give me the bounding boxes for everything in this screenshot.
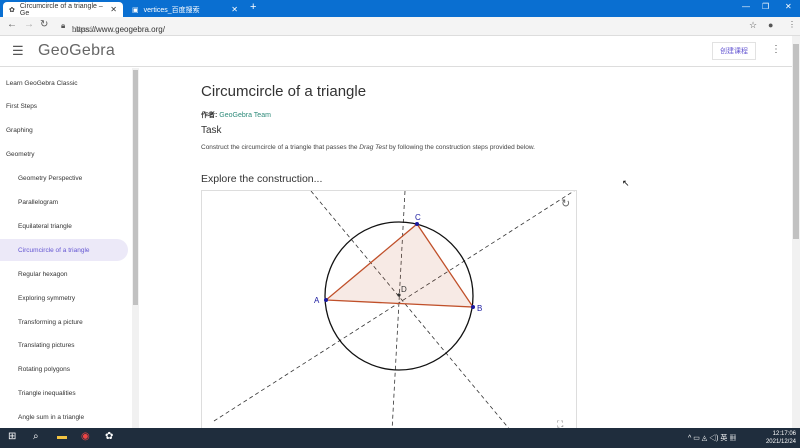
baidu-tab-icon: ▣ bbox=[132, 6, 139, 14]
perpendicular-bisector-ab bbox=[391, 191, 406, 429]
sidebar-item[interactable]: Rotating polygons bbox=[0, 359, 128, 381]
sidebar-item[interactable]: Circumcircle of a triangle bbox=[0, 239, 128, 262]
close-tab-icon[interactable]: ✕ bbox=[231, 5, 238, 14]
sidebar-item[interactable]: Parallelogram bbox=[0, 192, 128, 214]
sidebar-item[interactable]: Geometry Perspective bbox=[0, 168, 128, 190]
geogebra-applet[interactable]: A B C D ↻ ⛶ bbox=[201, 190, 577, 430]
perpendicular-bisector-bc bbox=[213, 191, 575, 422]
geogebra-logo[interactable]: GeoGebra bbox=[38, 42, 115, 60]
sidebar-item[interactable]: Learn GeoGebra Classic bbox=[0, 72, 128, 94]
back-icon[interactable]: ← bbox=[7, 19, 17, 30]
system-tray-icons[interactable]: ^ ▭ ◬ ◁) 英 ▦ bbox=[688, 433, 736, 443]
site-header: ☰ GeoGebra 创建课程 ⋮ bbox=[0, 36, 792, 67]
new-tab-button[interactable]: + bbox=[250, 1, 256, 13]
sidebar-item-label: First Steps bbox=[6, 103, 38, 111]
sidebar-item-label: Angle sum in a triangle bbox=[18, 414, 85, 422]
forward-icon[interactable]: → bbox=[24, 19, 34, 30]
lock-icon: 🔒︎ bbox=[61, 21, 66, 30]
sidebar-item[interactable]: Equilateral triangle bbox=[0, 215, 128, 237]
mouse-cursor-icon: ↖ bbox=[622, 178, 630, 188]
point-c bbox=[415, 222, 419, 226]
maximize-button[interactable]: ❐ bbox=[762, 2, 769, 11]
sidebar-item-label: Geometry Perspective bbox=[18, 175, 83, 183]
browser-menu-icon[interactable]: ⋮ bbox=[788, 20, 796, 29]
profile-icon[interactable]: ● bbox=[768, 20, 773, 30]
sidebar: Learn GeoGebra Classic First Steps Graphin… bbox=[0, 68, 132, 428]
sidebar-item-label: Regular hexagon bbox=[18, 270, 68, 278]
sidebar-item-label: Exploring symmetry bbox=[18, 294, 76, 302]
reset-icon: ↻ bbox=[561, 198, 570, 210]
label-a: A bbox=[314, 296, 320, 305]
tab-bar: ✿ Circumcircle of a triangle – Ge ✕ ▣ verti… bbox=[0, 0, 800, 17]
sidebar-item[interactable]: Triangle inequalities bbox=[0, 383, 128, 405]
label-c: C bbox=[415, 213, 421, 222]
sidebar-item-label: Parallelogram bbox=[18, 199, 59, 206]
sidebar-item[interactable]: Translating pictures bbox=[0, 335, 128, 357]
geogebra-app-icon[interactable]: ✿ bbox=[105, 431, 113, 442]
sidebar-item[interactable]: Angle sum in a triangle bbox=[0, 407, 128, 429]
author-line: 作者: GeoGebra Team bbox=[201, 112, 271, 119]
file-explorer-icon[interactable]: ▬ bbox=[57, 431, 67, 442]
sidebar-item[interactable]: Exploring symmetry bbox=[0, 287, 128, 309]
label-d: D bbox=[401, 285, 407, 294]
reload-icon[interactable]: ↻ bbox=[40, 19, 48, 30]
close-window-button[interactable]: ✕ bbox=[785, 2, 792, 11]
sidebar-item[interactable]: Graphing bbox=[0, 120, 128, 142]
sidebar-item[interactable]: Regular hexagon bbox=[0, 263, 128, 285]
point-a bbox=[324, 298, 328, 302]
tab-vertices[interactable]: ▣ vertices_百度搜索 ✕ bbox=[126, 2, 244, 17]
sidebar-item[interactable]: Geometry bbox=[0, 144, 128, 166]
sidebar-item-label: Graphing bbox=[6, 127, 33, 135]
more-options-icon[interactable]: ⋮ bbox=[771, 44, 781, 55]
sidebar-item-label: Translating pictures bbox=[18, 342, 75, 350]
point-b bbox=[471, 305, 475, 309]
author-link[interactable]: GeoGebra Team bbox=[219, 112, 271, 119]
page-title: Circumcircle of a triangle bbox=[201, 83, 367, 100]
search-icon[interactable]: ⌕ bbox=[33, 431, 39, 442]
label-b: B bbox=[477, 304, 482, 313]
sidebar-item-label: Rotating polygons bbox=[18, 366, 71, 374]
task-description: Construct the circumcircle of a triangle… bbox=[201, 144, 535, 151]
sidebar-item[interactable]: First Steps bbox=[0, 96, 128, 118]
sidebar-item-label: Transforming a picture bbox=[18, 318, 83, 326]
taskbar: ⊞ ⌕ ▬ ◉ ✿ ^ ▭ ◬ ◁) 英 ▦ 12:17:06 2021/12/2… bbox=[0, 428, 800, 448]
clock[interactable]: 12:17:06 2021/12/24 bbox=[766, 430, 796, 446]
hamburger-menu-icon[interactable]: ☰ bbox=[12, 43, 24, 59]
address-bar: ← → ↻ 🔒︎ https://www.geogebra.org/classi… bbox=[0, 17, 800, 36]
bookmark-star-icon[interactable]: ☆ bbox=[749, 20, 757, 31]
sidebar-scrollbar[interactable] bbox=[132, 68, 139, 428]
page-scrollbar[interactable] bbox=[792, 36, 800, 428]
close-tab-icon[interactable]: ✕ bbox=[110, 5, 117, 14]
sidebar-item-label: Geometry bbox=[6, 151, 35, 159]
task-heading: Task bbox=[201, 125, 222, 136]
explore-heading: Explore the construction... bbox=[201, 173, 323, 185]
geogebra-tab-icon: ✿ bbox=[9, 6, 15, 14]
minimize-button[interactable]: — bbox=[742, 2, 750, 11]
tab-circumcircle[interactable]: ✿ Circumcircle of a triangle – Ge ✕ bbox=[3, 2, 123, 17]
sidebar-item-label: Equilateral triangle bbox=[18, 222, 72, 230]
create-class-button[interactable]: 创建课程 bbox=[712, 42, 756, 60]
sidebar-item-label: Circumcircle of a triangle bbox=[18, 246, 90, 254]
sidebar-item-label: Triangle inequalities bbox=[18, 390, 76, 398]
windows-start-icon[interactable]: ⊞ bbox=[8, 431, 16, 442]
sidebar-item-label: Learn GeoGebra Classic bbox=[6, 79, 78, 87]
chrome-icon[interactable]: ◉ bbox=[81, 431, 90, 442]
sidebar-item[interactable]: Transforming a picture bbox=[0, 311, 128, 333]
